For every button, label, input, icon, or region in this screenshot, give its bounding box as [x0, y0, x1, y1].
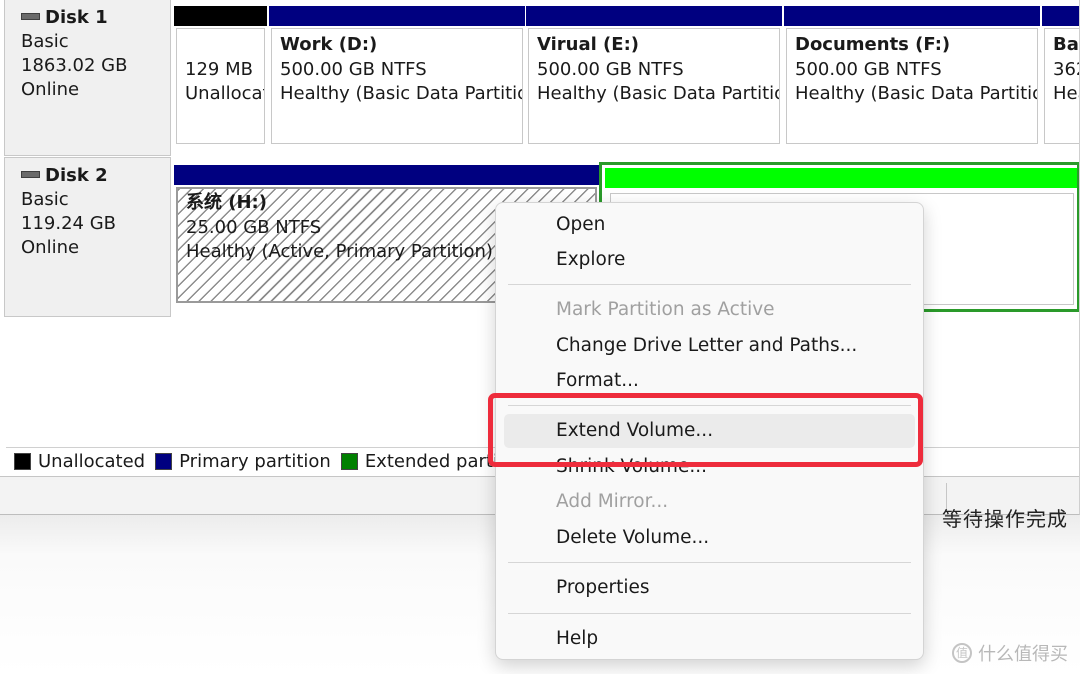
legend-swatch	[155, 452, 173, 470]
disk-row-1: Disk 1 Basic 1863.02 GB Online 129 MB Un…	[0, 0, 1079, 157]
disk-size: 119.24 GB	[21, 213, 117, 234]
watermark-logo-icon: 值	[952, 643, 972, 663]
legend-label: Unallocated	[38, 450, 146, 472]
disk-status: Online	[21, 237, 80, 258]
menu-separator	[508, 613, 911, 614]
menu-item-delete-volume[interactable]: Delete Volume...	[504, 521, 915, 555]
partition-name: Documents (F:)	[795, 34, 951, 55]
menu-item-help[interactable]: Help	[504, 622, 915, 656]
menu-separator	[508, 562, 911, 563]
partition-bar	[1042, 6, 1079, 26]
partition-name: Virual (E:)	[537, 34, 640, 55]
disk-drive-icon	[21, 170, 40, 178]
legend-swatch	[14, 452, 31, 470]
partition-work-d[interactable]: Work (D:) 500.00 GB NTFS Healthy (Basic …	[269, 6, 525, 148]
partition-bar	[605, 168, 1077, 188]
disk-type: Basic	[21, 189, 69, 210]
annotation-highlight-box	[488, 393, 923, 467]
background-text: 等待操作完成	[942, 507, 1068, 531]
legend-item: Unallocated	[14, 451, 145, 472]
disk-label-2[interactable]: Disk 2 Basic 119.24 GB Online	[4, 157, 171, 317]
menu-item-open[interactable]: Open	[504, 208, 915, 242]
partition-name	[185, 33, 264, 58]
disk-size: 1863.02 GB	[21, 55, 128, 76]
partition-bar	[269, 6, 525, 26]
disk-drive-icon	[21, 12, 40, 20]
legend-item: Primary partition	[155, 451, 331, 472]
partition-info: Unallocated	[185, 83, 264, 104]
partition-documents-f[interactable]: Documents (F:) 500.00 GB NTFS Healthy (B…	[784, 6, 1040, 148]
partition-bar	[174, 6, 267, 26]
partition-size: 129 MB	[185, 58, 253, 80]
menu-separator	[508, 284, 911, 285]
partition-size: 500.00 GB NTFS	[280, 58, 427, 80]
legend-label: Primary partition	[179, 450, 331, 472]
partition-name: Backup	[1053, 34, 1079, 55]
partition-info: Healthy (Basic Data Partition)	[280, 83, 523, 104]
partition-size: 362	[1053, 58, 1079, 80]
disk-status: Online	[21, 79, 80, 100]
partition-info: Healthy	[1053, 83, 1079, 104]
partition-bar	[526, 6, 782, 26]
partition-size: 500.00 GB NTFS	[795, 58, 942, 80]
disk-type: Basic	[21, 31, 69, 52]
partition-name: Work (D:)	[280, 34, 378, 55]
partition-unallocated[interactable]: 129 MB Unallocated	[174, 6, 267, 148]
watermark: 值 什么值得买	[952, 640, 1068, 666]
menu-item-explore[interactable]: Explore	[504, 243, 915, 277]
disk-name: Disk 2	[45, 165, 108, 186]
partition-virual-e[interactable]: Virual (E:) 500.00 GB NTFS Healthy (Basi…	[526, 6, 782, 148]
partition-info: Healthy (Basic Data Partition)	[795, 83, 1038, 104]
partition-backup[interactable]: Backup 362 Healthy	[1042, 6, 1079, 148]
menu-item-properties[interactable]: Properties	[504, 571, 915, 605]
legend-swatch	[340, 452, 358, 470]
partition-bar	[784, 6, 1040, 26]
menu-item-add-mirror[interactable]: Add Mirror...	[504, 485, 915, 519]
partition-bar	[174, 165, 599, 185]
menu-item-mark-active[interactable]: Mark Partition as Active	[504, 293, 915, 327]
partition-info: Healthy (Basic Data Partition)	[537, 83, 780, 104]
disk-label-1[interactable]: Disk 1 Basic 1863.02 GB Online	[4, 0, 171, 156]
disk-name: Disk 1	[45, 7, 108, 28]
watermark-text: 什么值得买	[978, 644, 1068, 665]
partition-size: 500.00 GB NTFS	[537, 58, 684, 80]
menu-item-change-drive-letter[interactable]: Change Drive Letter and Paths...	[504, 329, 915, 363]
